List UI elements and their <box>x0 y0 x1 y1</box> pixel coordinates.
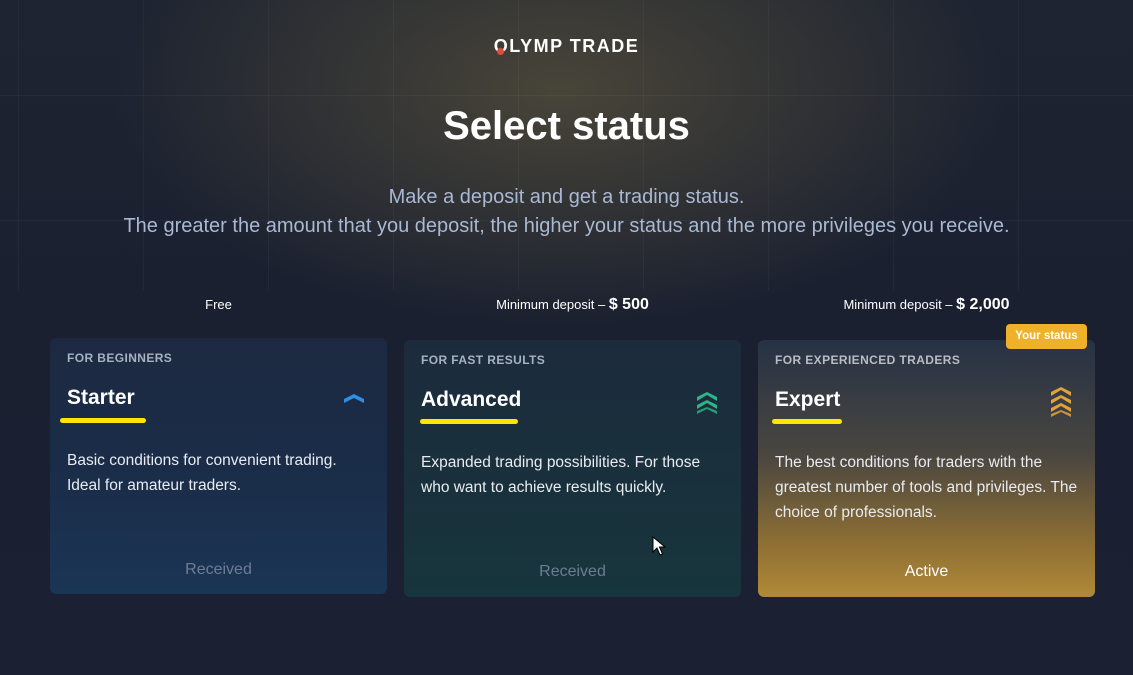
card-title: Expert <box>775 388 841 411</box>
card-category: FOR FAST RESULTS <box>421 353 546 367</box>
deposit-label-starter: Free <box>50 296 387 314</box>
advanced-chevron-icon <box>697 392 717 414</box>
page-subtitle: Make a deposit and get a trading status.… <box>0 183 1133 241</box>
page-title: Select status <box>443 104 690 148</box>
logo-text: LYMP TRADE <box>509 36 640 56</box>
subtitle-line-1: Make a deposit and get a trading status. <box>388 186 745 208</box>
deposit-text: Minimum deposit – <box>496 297 609 312</box>
subtitle-line-2: The greater the amount that you deposit,… <box>123 215 1010 237</box>
deposit-text: Free <box>205 297 232 312</box>
card-description: Expanded trading possibilities. For thos… <box>421 454 701 496</box>
highlight-underline <box>420 419 518 424</box>
card-status-received: Received <box>539 563 606 580</box>
mouse-cursor-icon <box>652 536 666 556</box>
deposit-label-advanced: Minimum deposit – $ 500 <box>404 296 741 314</box>
card-description: The best conditions for traders with the… <box>775 454 1078 521</box>
card-status-active: Active <box>904 563 949 580</box>
highlight-underline <box>60 418 146 423</box>
card-title: Advanced <box>421 388 522 411</box>
your-status-badge: Your status <box>1006 324 1087 349</box>
highlight-underline <box>772 419 842 424</box>
status-card-advanced[interactable]: FOR FAST RESULTS Advanced Expanded tradi… <box>404 340 741 597</box>
card-description: Basic conditions for convenient trading.… <box>67 452 337 494</box>
deposit-label-expert: Minimum deposit – $ 2,000 <box>758 296 1095 314</box>
card-category: FOR EXPERIENCED TRADERS <box>775 353 961 367</box>
logo-dot-icon <box>496 48 504 55</box>
deposit-amount: $ 2,000 <box>956 296 1010 313</box>
status-card-starter[interactable]: FOR BEGINNERS Starter Basic conditions f… <box>50 338 387 594</box>
card-category: FOR BEGINNERS <box>67 351 173 365</box>
deposit-amount: $ 500 <box>608 296 649 313</box>
card-title: Starter <box>67 386 135 409</box>
expert-chevron-icon <box>1051 387 1071 417</box>
deposit-text: Minimum deposit – <box>843 297 957 312</box>
status-card-expert[interactable]: FOR EXPERIENCED TRADERS Expert The best … <box>758 340 1095 597</box>
starter-chevron-icon <box>344 394 364 403</box>
card-status-received: Received <box>185 561 252 578</box>
olymp-trade-logo: O LYMP TRADE <box>0 36 1133 57</box>
logo-o-letter: O <box>494 36 510 57</box>
